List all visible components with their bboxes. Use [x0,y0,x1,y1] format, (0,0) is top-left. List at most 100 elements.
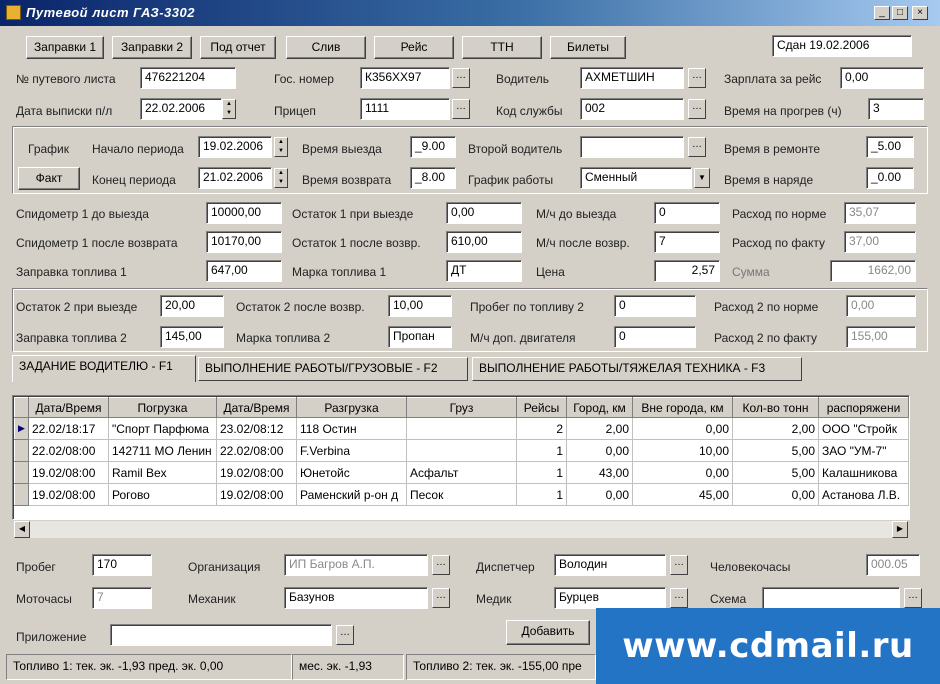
mileage-field[interactable]: 170 [92,554,152,576]
table-cell[interactable]: 19.02/08:00 [28,483,109,506]
fact-button[interactable]: Факт [18,167,80,190]
table-cell[interactable]: 22.02/08:00 [28,439,109,462]
accountable-button[interactable]: Под отчет [200,36,276,59]
table-cell[interactable]: 0,00 [732,483,819,506]
norm-2-field[interactable]: 0,00 [846,295,916,317]
table-cell[interactable]: Астанова Л.В. [818,483,909,506]
table-cell[interactable]: Юнетойс [296,461,407,484]
waybill-no-field[interactable]: 476221204 [140,67,236,89]
table-cell[interactable]: 142711 МО Ленин [108,439,217,462]
table-cell[interactable]: 22.02/08:00 [216,439,297,462]
manhours-field[interactable]: 000.05 [866,554,920,576]
trailer-field[interactable]: 1111 [360,98,450,120]
gov-number-browse-button[interactable]: … [452,68,470,88]
row-indicator[interactable] [14,439,29,462]
col-unload-datetime[interactable]: Дата/Время [216,397,297,418]
trailer-browse-button[interactable]: … [452,99,470,119]
rest-2-back-field[interactable]: 10,00 [388,295,452,317]
table-cell[interactable]: Асфальт [406,461,517,484]
drain-button[interactable]: Слив [286,36,366,59]
rest-1-back-field[interactable]: 610,00 [446,231,522,253]
table-cell[interactable]: 43,00 [566,461,633,484]
medic-field[interactable]: Бурцев [554,587,666,609]
horizontal-scrollbar[interactable]: ◀ ▶ [14,521,908,538]
medic-browse-button[interactable]: … [670,588,688,608]
attachment-browse-button[interactable]: … [336,625,354,645]
issue-date-spinner[interactable]: ▲ ▼ [222,99,236,119]
return-field[interactable]: _8.00 [410,167,456,189]
mh-extra-field[interactable]: 0 [614,326,696,348]
table-cell[interactable]: Раменский р-он д [296,483,407,506]
mechanic-browse-button[interactable]: … [432,588,450,608]
col-tons[interactable]: Кол-во тонн [732,397,819,418]
row-indicator[interactable] [14,483,29,506]
table-cell[interactable]: 5,00 [732,461,819,484]
mh-after-field[interactable]: 7 [654,231,720,253]
table-cell[interactable]: 1 [516,439,567,462]
norm-1-field[interactable]: 35,07 [844,202,916,224]
ttn-button[interactable]: ТТН [462,36,542,59]
salary-field[interactable]: 0,00 [840,67,924,89]
period-end-spinner[interactable]: ▲ ▼ [274,168,288,188]
fuel-2-brand-field[interactable]: Пропан [388,326,452,348]
refuel-2-button[interactable]: Заправки 2 [112,36,192,59]
maximize-button[interactable]: □ [892,6,908,20]
issue-date-field[interactable]: 22.02.2006 [140,98,222,120]
table-cell[interactable]: Калашникова [818,461,909,484]
odo-before-field[interactable]: 10000,00 [206,202,282,224]
col-trips[interactable]: Рейсы [516,397,567,418]
col-cargo[interactable]: Груз [406,397,517,418]
current-row-pointer-icon[interactable]: ▶ [14,417,29,440]
mileage-2-field[interactable]: 0 [614,295,696,317]
table-cell[interactable]: 0,00 [566,439,633,462]
row-indicator[interactable] [14,461,29,484]
table-cell[interactable] [406,417,517,440]
table-cell[interactable]: ЗАО "УМ-7" [818,439,909,462]
outfit-time-field[interactable]: _0.00 [866,167,914,189]
period-start-field[interactable]: 19.02.2006 [198,136,272,158]
repair-time-field[interactable]: _5.00 [866,136,914,158]
table-cell[interactable]: 1 [516,461,567,484]
refuel-2-field[interactable]: 145,00 [160,326,224,348]
period-start-spinner[interactable]: ▲ ▼ [274,137,288,157]
warmup-field[interactable]: 3 [868,98,924,120]
scroll-right-icon[interactable]: ▶ [892,521,908,538]
table-cell[interactable]: 5,00 [732,439,819,462]
table-cell[interactable]: 0,00 [632,417,733,440]
departure-field[interactable]: _9.00 [410,136,456,158]
col-city-km[interactable]: Город, км [566,397,633,418]
odo-after-field[interactable]: 10170,00 [206,231,282,253]
dispatcher-browse-button[interactable]: … [670,555,688,575]
col-unloading[interactable]: Разгрузка [296,397,407,418]
mh-before-field[interactable]: 0 [654,202,720,224]
fuel-1-brand-field[interactable]: ДТ [446,260,522,282]
table-cell[interactable]: F.Verbina [296,439,407,462]
col-load-datetime[interactable]: Дата/Время [28,397,109,418]
gov-number-field[interactable]: К356ХХ97 [360,67,450,89]
period-end-field[interactable]: 21.02.2006 [198,167,272,189]
table-cell[interactable]: Песок [406,483,517,506]
refuel-1-button[interactable]: Заправки 1 [26,36,104,59]
table-cell[interactable]: 0,00 [566,483,633,506]
tab-driver-task[interactable]: ЗАДАНИЕ ВОДИТЕЛЮ - F1 [12,355,196,382]
org-field[interactable]: ИП Багров А.П. [284,554,428,576]
table-cell[interactable]: 23.02/08:12 [216,417,297,440]
scheme-browse-button[interactable]: … [904,588,922,608]
table-cell[interactable]: 45,00 [632,483,733,506]
motohours-field[interactable]: 7 [92,587,152,609]
rest-2-out-field[interactable]: 20,00 [160,295,224,317]
sum-field[interactable]: 1662,00 [830,260,916,282]
service-code-browse-button[interactable]: … [688,99,706,119]
second-driver-browse-button[interactable]: … [688,137,706,157]
org-browse-button[interactable]: … [432,555,450,575]
table-row[interactable]: ▶ 22.02/18:17 "Спорт Парфюма 23.02/08:12 118… [14,417,909,440]
trip-button[interactable]: Рейс [374,36,454,59]
table-row[interactable]: 22.02/08:00 142711 МО Ленин 22.02/08:00 F.V… [14,439,909,462]
table-cell[interactable] [406,439,517,462]
minimize-button[interactable]: _ [874,6,890,20]
table-cell[interactable]: 10,00 [632,439,733,462]
refuel-1-field[interactable]: 647,00 [206,260,282,282]
fact-1-field[interactable]: 37,00 [844,231,916,253]
table-cell[interactable]: Рогово [108,483,217,506]
table-cell[interactable]: 2 [516,417,567,440]
